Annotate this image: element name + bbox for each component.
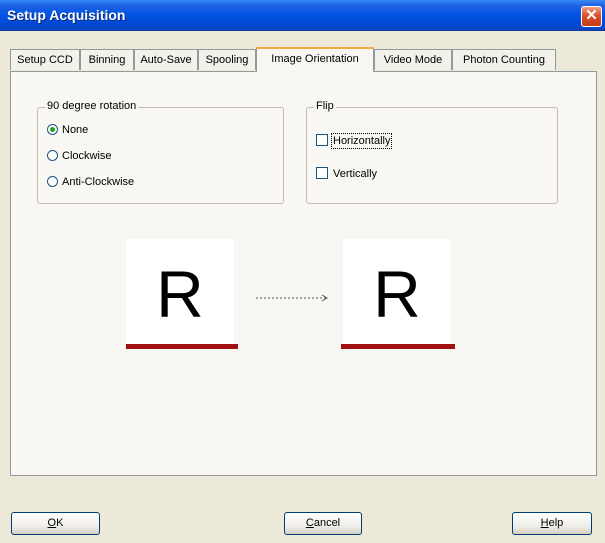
radio-unselected-icon [47,150,58,161]
tab-video-mode[interactable]: Video Mode [374,49,452,70]
help-mnemonic: H [540,517,549,529]
radio-unselected-icon [47,176,58,187]
checkbox-horizontally[interactable]: Horizontally [316,133,393,149]
window-title: Setup Acquisition [7,7,126,23]
tab-spooling[interactable]: Spooling [198,49,256,70]
checkbox-vertically-label: Vertically [333,168,378,180]
radio-clockwise-label: Clockwise [62,150,112,162]
help-button[interactable]: Help [512,512,592,535]
radio-selected-icon [47,124,58,135]
radio-none[interactable]: None [47,122,88,138]
radio-anti-clockwise-label: Anti-Clockwise [62,176,135,188]
orientation-after-image: R [343,239,451,349]
rotation-group: 90 degree rotation None Clockwise Anti-C… [37,100,284,204]
checkbox-horizontally-label: Horizontally [330,133,393,149]
after-bottom-bar [341,344,455,349]
checkbox-vertically[interactable]: Vertically [316,166,377,182]
arrow-right-icon [256,294,328,302]
title-bar: Setup Acquisition ✕ [0,0,605,31]
flip-group: Flip Horizontally Vertically [306,100,558,204]
flip-group-label: Flip [314,100,336,112]
radio-anti-clockwise[interactable]: Anti-Clockwise [47,174,134,190]
checkbox-icon [316,167,328,179]
checkbox-icon [316,134,328,146]
radio-none-label: None [62,124,89,136]
before-bottom-bar [126,344,238,349]
help-label-rest: elp [548,517,564,529]
ok-mnemonic: O [47,517,57,529]
tab-auto-save[interactable]: Auto-Save [134,49,198,70]
ok-button[interactable]: OK [11,512,100,535]
radio-clockwise[interactable]: Clockwise [47,148,112,164]
tab-photon-counting[interactable]: Photon Counting [452,49,556,70]
orientation-before-image: R [126,239,234,349]
after-letter: R [373,257,421,331]
tab-setup-ccd[interactable]: Setup CCD [10,49,80,70]
close-button[interactable]: ✕ [581,6,602,27]
tab-image-orientation[interactable]: Image Orientation [256,47,374,72]
cancel-mnemonic: C [305,517,314,529]
ok-label-rest: K [56,517,64,529]
cancel-label-rest: ancel [313,517,341,529]
tab-binning[interactable]: Binning [80,49,134,70]
before-letter: R [156,257,204,331]
cancel-button[interactable]: Cancel [284,512,362,535]
rotation-group-label: 90 degree rotation [45,100,139,112]
close-icon: ✕ [585,7,598,24]
